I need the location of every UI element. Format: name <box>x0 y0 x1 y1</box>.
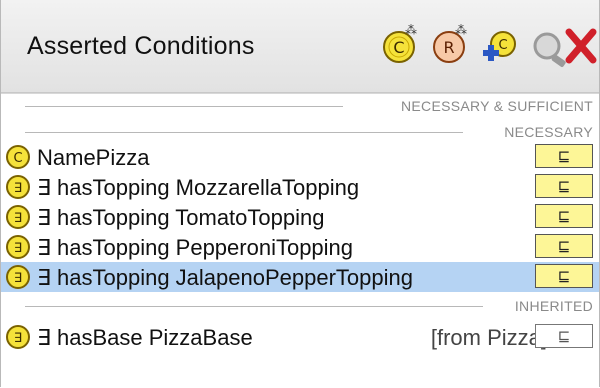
panel-header: Asserted Conditions C ⁂ R ⁂ C <box>1 0 599 93</box>
subclass-badge[interactable]: ⊑ <box>535 144 593 168</box>
existential-restriction-icon: ∃ <box>5 174 31 200</box>
condition-text: ∃ hasTopping JalapenoPepperTopping <box>37 265 413 290</box>
delete-button[interactable] <box>563 22 599 68</box>
subclass-badge[interactable]: ⊑ <box>535 234 593 258</box>
conditions-list: NECESSARY & SUFFICIENT NECESSARY C NameP… <box>1 93 599 388</box>
add-necessary-condition-button[interactable]: C ⁂ <box>379 22 423 68</box>
subclass-badge[interactable]: ⊑ <box>535 324 593 348</box>
red-x-icon <box>565 28 597 64</box>
add-restriction-button[interactable]: R ⁂ <box>429 22 473 68</box>
svg-text:∃: ∃ <box>14 211 22 226</box>
named-class-icon: C <box>5 144 31 170</box>
condition-row[interactable]: ∃ ∃ hasTopping TomatoTopping ⊑ <box>1 202 599 232</box>
svg-text:C: C <box>13 151 22 166</box>
svg-text:∃: ∃ <box>14 241 22 256</box>
section-divider <box>25 132 463 133</box>
condition-row[interactable]: ∃ ∃ hasTopping MozzarellaTopping ⊑ <box>1 172 599 202</box>
condition-row[interactable]: C NamePizza ⊑ <box>1 142 599 172</box>
inherited-condition-row[interactable]: ∃ ∃ hasBase PizzaBase [from Pizza] ⊑ <box>1 322 599 352</box>
svg-text:⁂: ⁂ <box>405 23 417 37</box>
asserted-conditions-panel: Asserted Conditions C ⁂ R ⁂ C NECESSARY … <box>0 0 600 388</box>
section-inherited: INHERITED <box>1 294 599 318</box>
section-divider <box>25 306 483 307</box>
section-necessary: NECESSARY <box>1 120 599 144</box>
condition-text: ∃ hasTopping PepperoniTopping <box>37 235 354 260</box>
condition-row-selected[interactable]: ∃ ∃ hasTopping JalapenoPepperTopping ⊑ <box>1 262 599 292</box>
class-plus-icon: C <box>483 31 516 61</box>
existential-restriction-icon: ∃ <box>5 234 31 260</box>
existential-restriction-icon: ∃ <box>5 324 31 350</box>
section-necessary-sufficient: NECESSARY & SUFFICIENT <box>1 94 599 118</box>
svg-text:⁂: ⁂ <box>455 23 467 37</box>
condition-row[interactable]: ∃ ∃ hasTopping PepperoniTopping ⊑ <box>1 232 599 262</box>
section-label: NECESSARY <box>504 124 593 140</box>
svg-text:∃: ∃ <box>14 331 22 346</box>
svg-text:C: C <box>393 38 404 57</box>
subclass-badge[interactable]: ⊑ <box>535 174 593 198</box>
inherited-from-label: [from Pizza] <box>430 325 547 350</box>
existential-restriction-icon: ∃ <box>5 264 31 290</box>
section-label: NECESSARY & SUFFICIENT <box>400 98 593 114</box>
panel-title: Asserted Conditions <box>27 32 255 60</box>
condition-text: NamePizza <box>37 145 150 170</box>
class-add-icon: C ⁂ <box>383 23 417 63</box>
add-named-class-button[interactable]: C <box>479 22 523 68</box>
subclass-badge[interactable]: ⊑ <box>535 264 593 288</box>
subclass-badge[interactable]: ⊑ <box>535 204 593 228</box>
existential-restriction-icon: ∃ <box>5 204 31 230</box>
svg-text:C: C <box>498 38 507 53</box>
condition-text: ∃ hasBase PizzaBase <box>37 325 253 350</box>
svg-text:∃: ∃ <box>14 271 22 286</box>
section-label: INHERITED <box>514 298 593 314</box>
condition-text: ∃ hasTopping TomatoTopping <box>37 205 325 230</box>
condition-text: ∃ hasTopping MozzarellaTopping <box>37 175 360 200</box>
svg-text:∃: ∃ <box>14 181 22 196</box>
svg-text:R: R <box>443 38 454 57</box>
section-divider <box>25 106 343 107</box>
restriction-add-icon: R ⁂ <box>433 23 467 63</box>
